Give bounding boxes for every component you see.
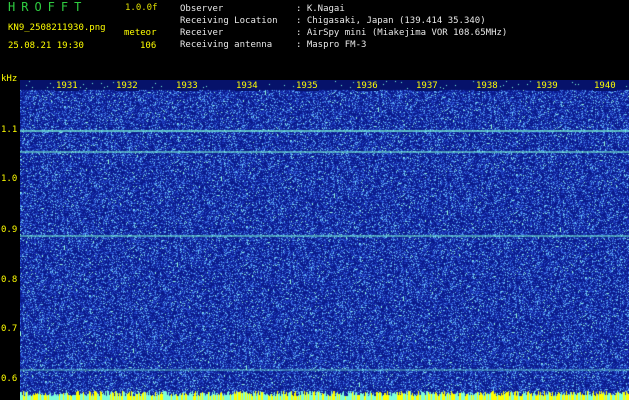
x-tick-label: 1931 bbox=[55, 81, 79, 91]
mode-label: meteor bbox=[124, 28, 157, 38]
y-axis-unit: kHz bbox=[1, 74, 18, 84]
count-label: 106 bbox=[140, 41, 157, 51]
y-tick-label: 0.9 bbox=[1, 225, 18, 235]
x-tick-label: 1933 bbox=[175, 81, 199, 91]
y-tick-label: 0.8 bbox=[1, 275, 18, 285]
y-tick-label: 0.6 bbox=[1, 374, 18, 384]
observer-label: Observer bbox=[180, 4, 224, 14]
receiver-value: : AirSpy mini (Miakejima VOR 108.65MHz) bbox=[296, 28, 508, 38]
x-tick-label: 1938 bbox=[475, 81, 499, 91]
x-tick-label: 1932 bbox=[115, 81, 139, 91]
receiver-label: Receiver bbox=[180, 28, 224, 38]
y-tick-label: 0.7 bbox=[1, 324, 18, 334]
x-tick-label: 1939 bbox=[535, 81, 559, 91]
y-tick-label: 1.0 bbox=[1, 174, 18, 184]
x-tick-label: 1940 bbox=[593, 81, 617, 91]
filename-label: KN9_2508211930.png bbox=[8, 23, 106, 33]
antenna-value: : Maspro FM-3 bbox=[296, 40, 367, 50]
app-title: HROFFT bbox=[8, 0, 88, 14]
x-tick-label: 1937 bbox=[415, 81, 439, 91]
x-tick-label: 1936 bbox=[355, 81, 379, 91]
datetime-label: 25.08.21 19:30 bbox=[8, 41, 84, 51]
x-tick-label: 1934 bbox=[235, 81, 259, 91]
observer-value: : K.Nagai bbox=[296, 4, 345, 14]
location-value: : Chigasaki, Japan (139.414 35.340) bbox=[296, 16, 486, 26]
y-tick-label: 1.1 bbox=[1, 125, 18, 135]
location-label: Receiving Location bbox=[180, 16, 278, 26]
x-tick-label: 1935 bbox=[295, 81, 319, 91]
spectrogram bbox=[20, 80, 629, 400]
version-label: 1.0.0f bbox=[125, 3, 158, 13]
antenna-label: Receiving antenna bbox=[180, 40, 273, 50]
